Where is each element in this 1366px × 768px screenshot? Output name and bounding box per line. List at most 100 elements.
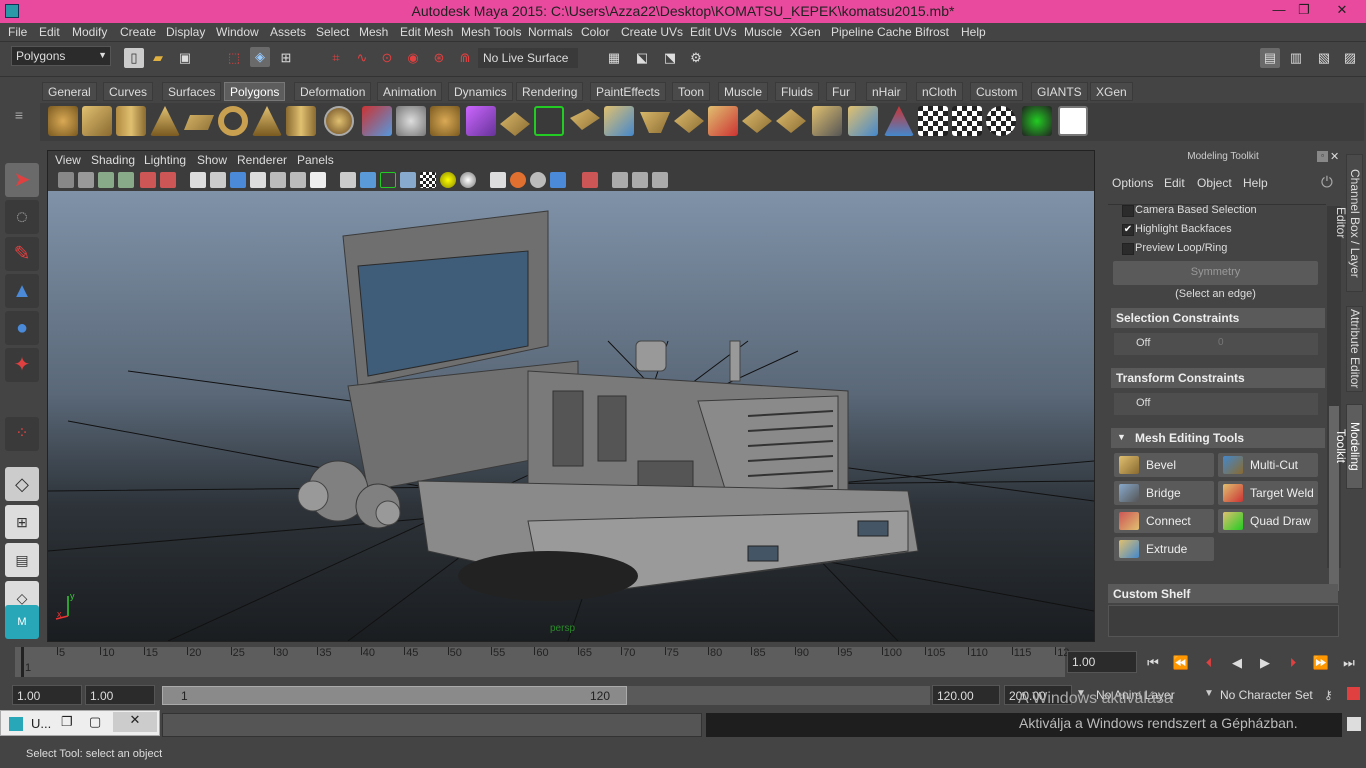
toolkit-menu-edit[interactable]: Edit [1164,176,1185,190]
xray-joints-icon[interactable] [612,172,628,188]
smooth-shade-icon[interactable] [360,172,376,188]
menu-bifrost[interactable]: Bifrost [915,25,949,39]
step-back-key-icon[interactable]: ⏪ [1172,655,1190,671]
safe-action-icon[interactable] [290,172,306,188]
panel-menu-panels[interactable]: Panels [297,153,334,167]
fill-hole-icon[interactable] [812,106,842,136]
merge-icon[interactable] [742,109,772,133]
lasso-tool-icon[interactable]: ◌ [5,200,39,234]
playback-start-field[interactable]: 1.00 [85,685,155,705]
magnet-icon[interactable]: ⋒ [455,48,475,68]
camera-based-selection-checkbox[interactable] [1122,205,1134,217]
snap-view-plane-icon[interactable]: ◉ [403,48,423,68]
multisample-aa-icon[interactable] [530,172,546,188]
float-icon[interactable]: ▫ [1317,151,1328,162]
shelf-tab-custom[interactable]: Custom [970,82,1024,101]
xray-active-components-icon[interactable] [632,172,648,188]
collapse-icon[interactable] [776,109,806,133]
selection-constraint-dropdown[interactable]: Off [1114,333,1214,355]
ipr-render-icon[interactable]: ⬔ [660,48,680,68]
tab-modeling-toolkit[interactable]: Modeling Toolkit [1334,404,1363,489]
isolate-select-icon[interactable] [582,172,598,188]
last-tool-icon[interactable]: ⁘ [5,417,39,451]
bevel-button[interactable]: Bevel [1114,453,1214,477]
menu-edit[interactable]: Edit [39,25,60,39]
panel-menu-show[interactable]: Show [197,153,227,167]
panel-menu-renderer[interactable]: Renderer [237,153,287,167]
extrude-face-icon[interactable] [500,112,530,136]
poly-cone-icon[interactable] [150,106,180,136]
highlight-backfaces-checkbox[interactable]: ✔ [1122,224,1134,236]
close-icon[interactable]: ✕ [1330,150,1341,163]
close-button[interactable]: ✕ [1321,0,1363,22]
restore-icon[interactable]: ❐ [61,714,73,730]
step-back-frame-icon[interactable]: ⏴ [1200,655,1218,671]
uv-editor-icon[interactable] [1058,106,1088,136]
menu-create-uvs[interactable]: Create UVs [621,25,683,39]
menu-select[interactable]: Select [316,25,349,39]
xray-icon[interactable] [400,172,416,188]
menuset-dropdown[interactable]: Polygons ▼ [11,46,111,66]
toolkit-menu-help[interactable]: Help [1243,176,1268,190]
append-polygon-icon[interactable] [570,109,600,130]
selection-constraint-number[interactable]: 0 [1214,333,1318,355]
transfer-attributes-icon[interactable] [466,106,496,136]
animation-prefs-icon[interactable] [1347,687,1360,700]
planar-mapping-icon[interactable] [848,106,878,136]
time-ruler[interactable]: 1 5 10 15 20 25 30 35 40 45 50 55 60 65 70 75 80 85 90 95 10… [15,647,1069,677]
bridge-button[interactable]: Bridge [1114,481,1214,505]
persp-outliner-layout-icon[interactable]: ▤ [5,543,39,577]
toolkit-menu-object[interactable]: Object [1197,176,1232,190]
transform-constraint-dropdown[interactable]: Off [1114,393,1318,415]
range-handle[interactable]: 1 120 [162,686,627,705]
shelf-tab-dynamics[interactable]: Dynamics [448,82,513,101]
film-gate-icon[interactable] [210,172,226,188]
go-to-end-icon[interactable]: ⏭ [1340,655,1358,671]
snap-surface-icon[interactable]: ⊛ [429,48,449,68]
render-view-icon[interactable]: ▦ [604,48,624,68]
cylindrical-mapping-icon[interactable] [884,106,914,136]
start-time-field[interactable]: 1.00 [12,685,82,705]
bridge-icon[interactable] [534,106,564,136]
custom-shelf-header[interactable]: Custom Shelf [1108,584,1338,603]
character-set-dropdown[interactable]: No Character Set [1216,685,1320,705]
rotate-tool-icon[interactable]: ● [5,311,39,345]
menu-create[interactable]: Create [120,25,156,39]
connect-button[interactable]: Connect [1114,509,1214,533]
power-icon[interactable]: ⏻ [1321,174,1333,191]
scale-tool-icon[interactable]: ✦ [5,348,39,382]
tab-channel-box[interactable]: Channel Box / Layer Editor [1334,154,1363,292]
toggle-modeling-toolkit-icon[interactable]: ▤ [1260,48,1280,68]
transform-constraints-header[interactable]: Transform Constraints [1111,368,1325,388]
uv-unfold-icon[interactable] [986,106,1016,136]
poly-cylinder-icon[interactable] [116,106,146,136]
menu-mesh[interactable]: Mesh [359,25,388,39]
poly-torus-icon[interactable] [218,106,248,136]
select-hierarchy-icon[interactable]: ⬚ [224,48,244,68]
close-icon[interactable]: ✕ [113,712,157,732]
playback-end-field[interactable]: 120.00 [932,685,1000,705]
shelf-tab-toon[interactable]: Toon [672,82,711,101]
sculpt-icon[interactable] [708,106,738,136]
play-backwards-icon[interactable]: ◀ [1228,655,1246,671]
shelf-tab-rendering[interactable]: Rendering [516,82,584,101]
shelf-tab-fluids[interactable]: Fluids [775,82,820,101]
poly-soccer-ball-icon[interactable] [324,106,354,136]
quad-draw-button[interactable]: Quad Draw [1218,509,1318,533]
panel-menu-view[interactable]: View [55,153,81,167]
current-time-marker[interactable] [21,647,24,677]
shelf-tab-deformation[interactable]: Deformation [294,82,372,101]
field-chart-icon[interactable] [270,172,286,188]
toggle-channel-box-icon[interactable]: ▨ [1340,48,1360,68]
mel-command-input[interactable] [162,713,702,737]
target-weld-button[interactable]: Target Weld [1218,481,1318,505]
new-scene-icon[interactable]: ▯ [124,48,144,68]
snap-grid-icon[interactable]: ⌗ [326,48,346,68]
menu-file[interactable]: File [8,25,27,39]
uv-checker-icon[interactable] [918,106,948,136]
snap-point-icon[interactable]: ⊙ [377,48,397,68]
key-icon[interactable]: ⚷ [1324,688,1333,702]
offset-edge-loop-icon[interactable] [674,109,704,133]
shelf-tab-muscle[interactable]: Muscle [718,82,769,101]
panel-menu-shading[interactable]: Shading [91,153,135,167]
